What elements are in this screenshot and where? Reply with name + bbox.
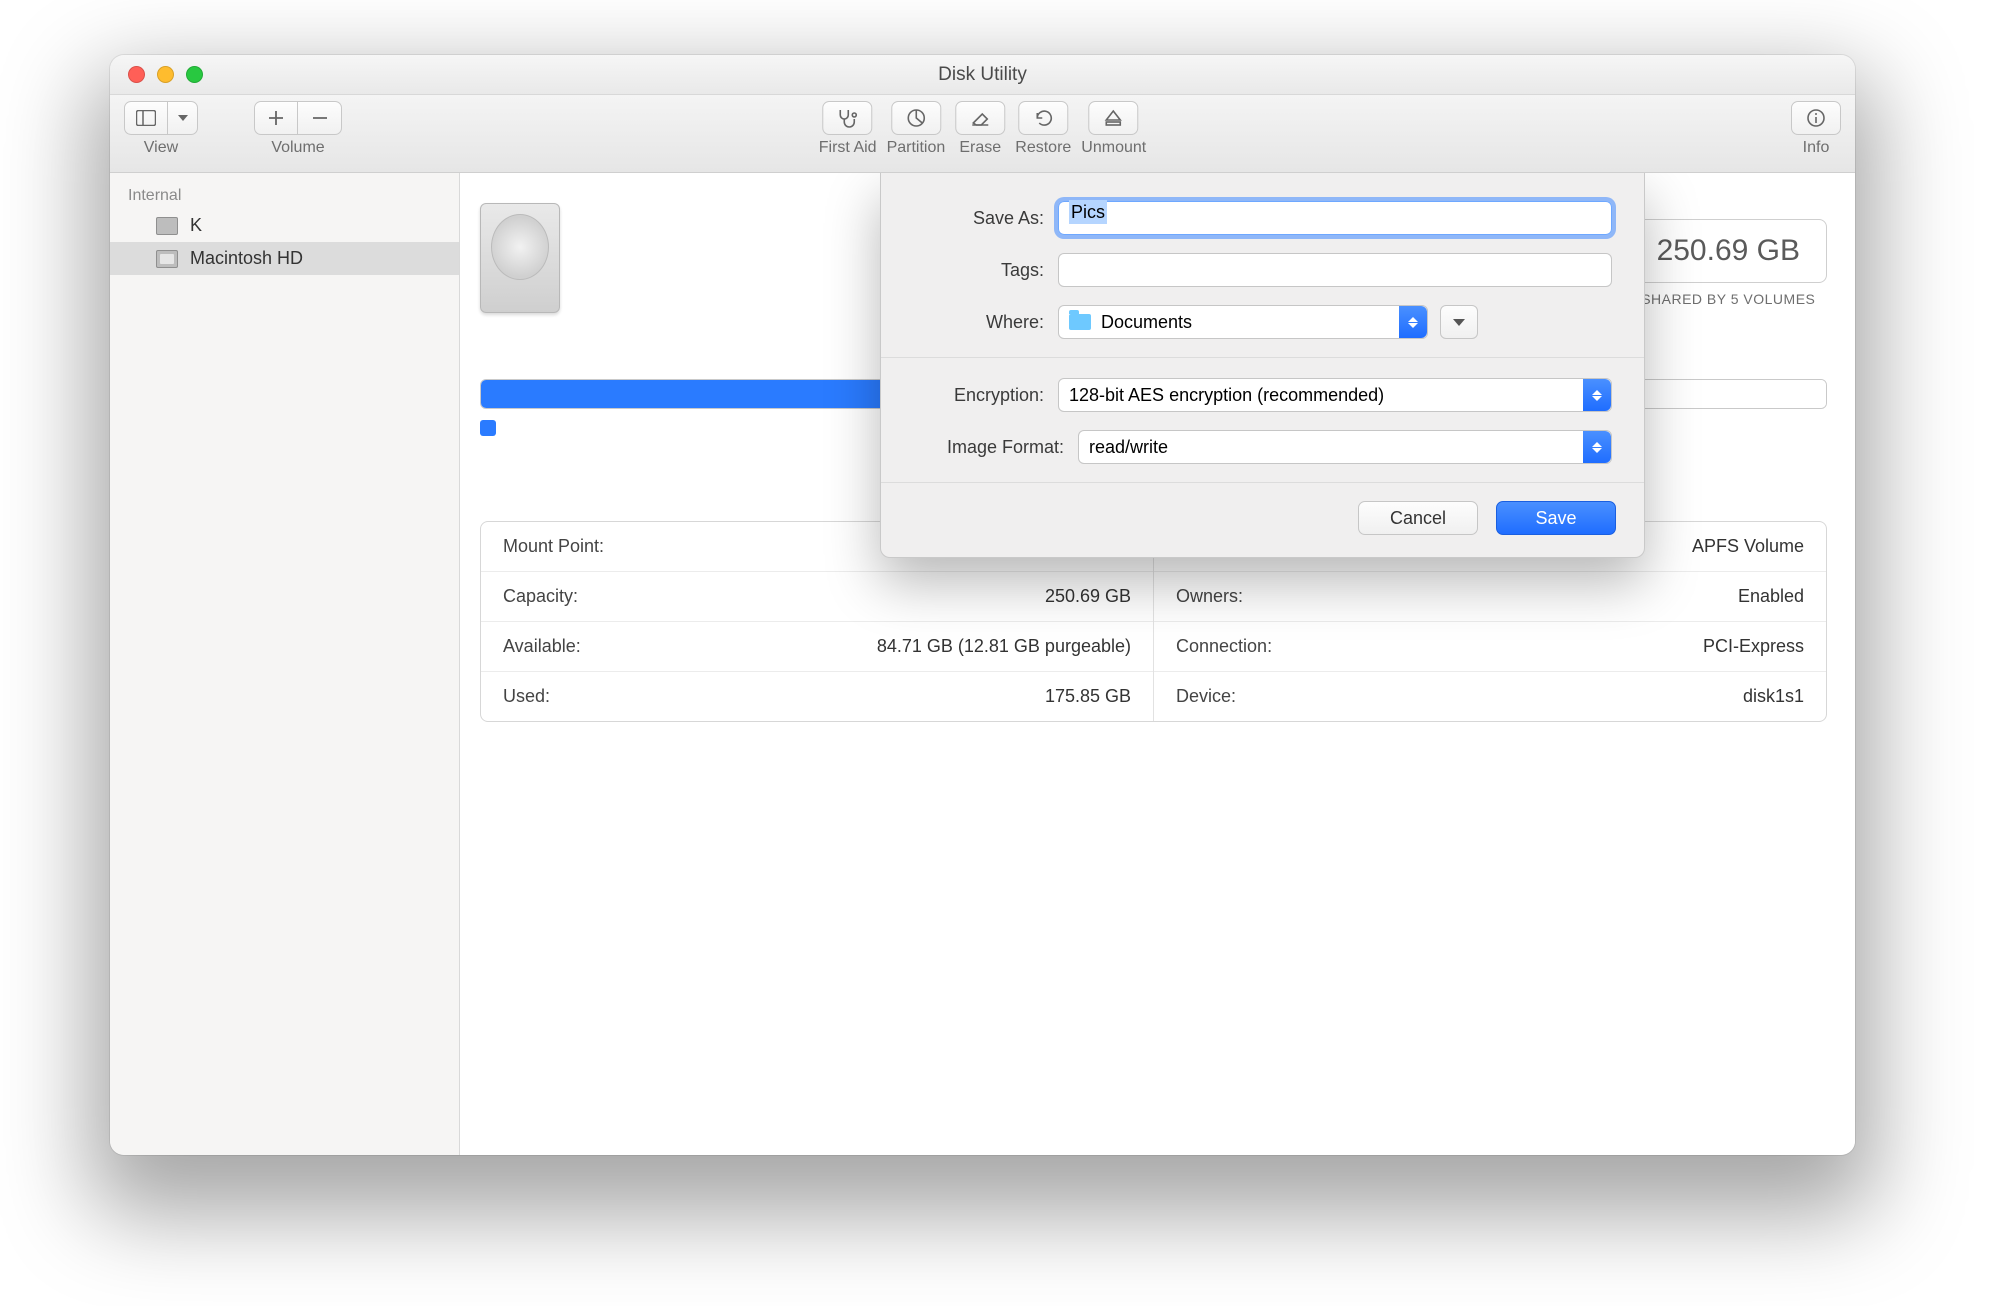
- sidebar-item-label: Macintosh HD: [190, 248, 303, 269]
- usage-legend: [480, 419, 504, 439]
- image-format-label: Image Format:: [913, 437, 1078, 458]
- tags-field[interactable]: [1058, 253, 1612, 287]
- cancel-button[interactable]: Cancel: [1358, 501, 1478, 535]
- info-button[interactable]: [1791, 101, 1841, 135]
- chevron-down-icon: [1453, 319, 1465, 326]
- where-popup[interactable]: Documents: [1058, 305, 1428, 339]
- popup-stepper-icon: [1583, 431, 1611, 463]
- detail-key: Available:: [503, 636, 581, 657]
- view-toolbar-label: View: [144, 139, 178, 157]
- view-mode-button[interactable]: [124, 101, 168, 135]
- sidebar: Internal K Macintosh HD: [110, 173, 460, 1155]
- first-aid-button[interactable]: [823, 101, 873, 135]
- pie-icon: [906, 108, 926, 128]
- titlebar: Disk Utility: [110, 55, 1855, 95]
- detail-key: Capacity:: [503, 586, 578, 607]
- partition-button[interactable]: [891, 101, 941, 135]
- unmount-button[interactable]: [1089, 101, 1139, 135]
- detail-key: Device:: [1176, 686, 1236, 707]
- detail-row: Used: 175.85 GB: [481, 672, 1153, 721]
- main-pane: 250.69 GB SHARED BY 5 VOLUMES Free 71.9 …: [460, 173, 1855, 1155]
- restore-icon: [1033, 109, 1053, 127]
- detail-row: Device: disk1s1: [1154, 672, 1826, 721]
- encryption-label: Encryption:: [913, 385, 1058, 406]
- sidebar-item-macintosh-hd[interactable]: Macintosh HD: [110, 242, 459, 275]
- sidebar-section-internal: Internal: [110, 183, 459, 209]
- where-label: Where:: [913, 312, 1058, 333]
- capacity-subtitle: SHARED BY 5 VOLUMES: [1630, 291, 1827, 307]
- info-label: Info: [1803, 139, 1830, 157]
- minus-icon: [313, 111, 327, 125]
- folder-icon: [1069, 314, 1091, 330]
- eraser-icon: [970, 109, 990, 127]
- toolbar: View Volume: [110, 95, 1855, 173]
- detail-value: disk1s1: [1743, 686, 1804, 707]
- detail-value: APFS Volume: [1692, 536, 1804, 557]
- save-button[interactable]: Save: [1496, 501, 1616, 535]
- detail-row: Owners: Enabled: [1154, 572, 1826, 622]
- volume-icon: [156, 250, 178, 268]
- detail-key: Mount Point:: [503, 536, 604, 557]
- detail-row: Available: 84.71 GB (12.81 GB purgeable): [481, 622, 1153, 672]
- eject-icon: [1105, 109, 1123, 127]
- window-title: Disk Utility: [110, 64, 1855, 86]
- erase-button[interactable]: [955, 101, 1005, 135]
- view-mode-menu-button[interactable]: [168, 101, 198, 135]
- hard-drive-icon: [480, 203, 560, 313]
- swatch-icon: [480, 420, 496, 436]
- plus-icon: [269, 111, 283, 125]
- where-value: Documents: [1101, 312, 1192, 333]
- encryption-value: 128-bit AES encryption (recommended): [1069, 385, 1384, 406]
- add-volume-button[interactable]: [254, 101, 298, 135]
- detail-value: Enabled: [1738, 586, 1804, 607]
- detail-value: 84.71 GB (12.81 GB purgeable): [877, 636, 1131, 657]
- detail-key: Used:: [503, 686, 550, 707]
- chevron-down-icon: [178, 115, 188, 121]
- image-format-popup[interactable]: read/write: [1078, 430, 1612, 464]
- first-aid-label: First Aid: [819, 139, 877, 157]
- stethoscope-icon: [837, 108, 859, 128]
- sidebar-item-k[interactable]: K: [110, 209, 459, 242]
- detail-row: Capacity: 250.69 GB: [481, 572, 1153, 622]
- save-as-label: Save As:: [913, 208, 1058, 229]
- erase-label: Erase: [959, 139, 1001, 157]
- detail-value: 250.69 GB: [1045, 586, 1131, 607]
- sidebar-item-label: K: [190, 215, 202, 236]
- close-window-icon[interactable]: [128, 66, 145, 83]
- sidebar-layout-icon: [136, 110, 156, 126]
- popup-stepper-icon: [1583, 379, 1611, 411]
- volume-toolbar-label: Volume: [271, 139, 324, 157]
- encryption-popup[interactable]: 128-bit AES encryption (recommended): [1058, 378, 1612, 412]
- save-sheet: Save As: Pics Tags: Where: Documents: [880, 173, 1645, 558]
- legend-item-used: [480, 419, 504, 439]
- disk-icon: [156, 217, 178, 235]
- cancel-button-label: Cancel: [1390, 508, 1446, 529]
- unmount-label: Unmount: [1081, 139, 1146, 157]
- partition-label: Partition: [887, 139, 946, 157]
- disk-utility-window: Disk Utility View: [110, 55, 1855, 1155]
- expand-save-dialog-button[interactable]: [1440, 305, 1478, 339]
- detail-row: Connection: PCI-Express: [1154, 622, 1826, 672]
- detail-key: Connection:: [1176, 636, 1272, 657]
- save-as-value: Pics: [1069, 200, 1107, 224]
- detail-value: 175.85 GB: [1045, 686, 1131, 707]
- popup-stepper-icon: [1399, 306, 1427, 338]
- detail-key: Owners:: [1176, 586, 1243, 607]
- restore-button[interactable]: [1018, 101, 1068, 135]
- detail-value: PCI-Express: [1703, 636, 1804, 657]
- capacity-headline: 250.69 GB: [1630, 219, 1827, 283]
- zoom-window-icon[interactable]: [186, 66, 203, 83]
- restore-label: Restore: [1015, 139, 1071, 157]
- tags-label: Tags:: [913, 260, 1058, 281]
- image-format-value: read/write: [1089, 437, 1168, 458]
- info-icon: [1806, 108, 1826, 128]
- remove-volume-button[interactable]: [298, 101, 342, 135]
- minimize-window-icon[interactable]: [157, 66, 174, 83]
- save-as-field[interactable]: Pics: [1058, 201, 1612, 235]
- save-button-label: Save: [1535, 508, 1576, 529]
